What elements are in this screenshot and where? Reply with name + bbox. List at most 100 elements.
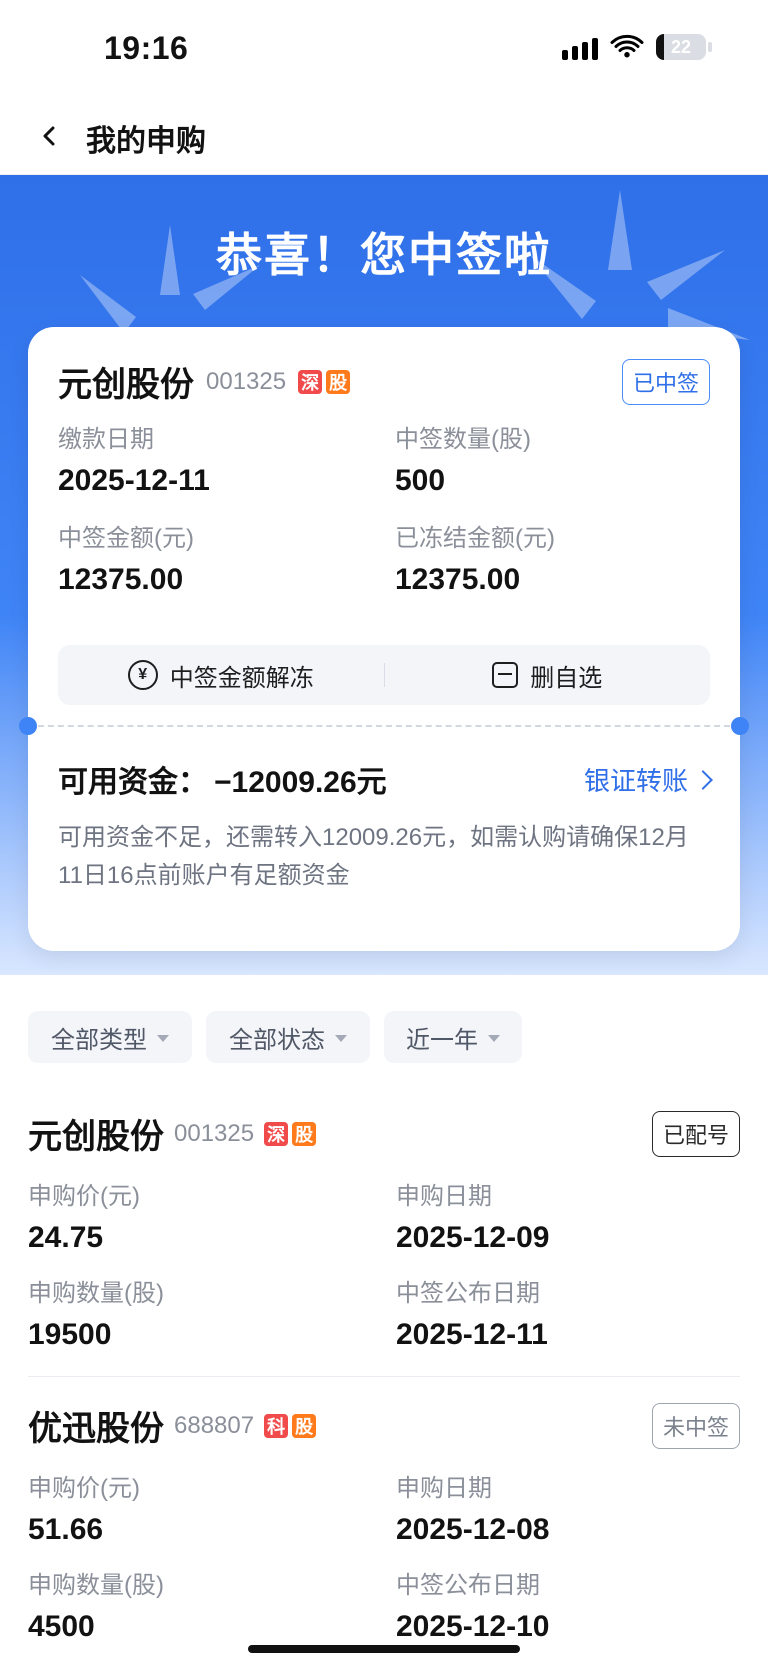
field-subscribe-date: 申购日期 2025-12-08 [396,1468,740,1547]
home-indicator [248,1645,520,1653]
winning-actions: ¥ 中签金额解冻 删自选 [58,645,710,705]
list-item-fields: 申购价(元) 51.66 申购日期 2025-12-08 申购数量(股) 450… [28,1468,740,1644]
field-label: 申购数量(股) [28,1572,164,1599]
dropdown-triangle-icon [335,1034,347,1042]
status-badge: 未中签 [651,1402,740,1449]
filter-period[interactable]: 近一年 [384,1011,522,1063]
stock-name: 元创股份 [28,1118,164,1156]
field-value: 2025-12-11 [58,464,210,497]
field-label: 中签公布日期 [396,1572,540,1599]
battery-icon: 22 [656,34,712,60]
filter-period-label: 近一年 [406,1026,478,1054]
card-dash-divider [28,725,740,728]
stock-code: 001325 [206,367,287,395]
card-notch-left [19,717,37,735]
field-label: 申购日期 [396,1475,492,1502]
page-title: 我的申购 [86,125,206,158]
field-value: 19500 [28,1318,112,1351]
field-subscribe-qty: 申购数量(股) 4500 [28,1565,372,1644]
available-funds-value: −12009.26元 [214,766,387,799]
field-label: 中签金额(元) [58,525,194,552]
status-badge: 已配号 [651,1110,740,1157]
field-win-amount: 中签金额(元) 12375.00 [58,518,373,597]
dropdown-triangle-icon [488,1034,500,1042]
field-subscribe-date: 申购日期 2025-12-09 [396,1176,740,1255]
field-value: 4500 [28,1610,95,1643]
field-value: 2025-12-11 [396,1318,548,1351]
chevron-right-icon [693,770,713,790]
field-value: 2025-12-09 [396,1221,550,1254]
stock-code: 001325 [174,1119,255,1147]
field-label: 已冻结金额(元) [395,525,555,552]
field-label: 申购日期 [396,1183,492,1210]
field-label: 中签公布日期 [396,1280,540,1307]
minus-square-icon [492,662,519,688]
winning-fields: 缴款日期 2025-12-11 中签数量(股) 500 中签金额(元) 1237… [58,419,710,597]
list-item[interactable]: 元创股份 001325 深 股 已配号 申购价(元) 24.75 申购日期 20… [28,1085,740,1377]
dropdown-triangle-icon [157,1034,169,1042]
field-label: 缴款日期 [58,426,154,453]
filter-status[interactable]: 全部状态 [206,1011,370,1063]
remove-watchlist-label: 删自选 [530,664,603,692]
available-funds-label: 可用资金： [58,766,208,799]
field-win-qty: 中签数量(股) 500 [395,419,710,498]
filter-bar: 全部类型 全部状态 近一年 [0,975,768,1085]
field-value: 2025-12-10 [396,1610,550,1643]
field-value: 500 [395,464,446,497]
field-value: 2025-12-08 [396,1513,550,1546]
stock-name: 元创股份 [58,366,194,404]
filter-status-label: 全部状态 [229,1026,325,1054]
win-title: 恭喜！您中签啦 [216,229,552,281]
field-label: 申购价(元) [28,1183,140,1210]
remove-watchlist-button[interactable]: 删自选 [385,645,711,705]
status-icons: 22 [562,34,712,60]
field-label: 中签数量(股) [395,426,531,453]
field-announce-date: 中签公布日期 2025-12-11 [396,1273,740,1352]
list-item[interactable]: 优迅股份 688807 科 股 未中签 申购价(元) 51.66 申购日期 20… [28,1377,740,1644]
stock-tag: 股 [292,1413,317,1438]
board-tag: 科 [264,1413,289,1438]
list-item-header: 元创股份 001325 深 股 已配号 [28,1109,740,1158]
field-payment-date: 缴款日期 2025-12-11 [58,419,373,498]
stock-name: 优迅股份 [28,1410,164,1448]
field-value: 24.75 [28,1221,104,1254]
stock-tag: 股 [292,1121,317,1146]
unfreeze-button[interactable]: ¥ 中签金额解冻 [58,645,384,705]
funds-note: 可用资金不足，还需转入12009.26元，如需认购请确保12月11日16点前账户… [58,824,689,889]
field-frozen-amount: 已冻结金额(元) 12375.00 [395,518,710,597]
signal-icon [562,34,598,60]
field-label: 申购价(元) [28,1475,140,1502]
field-subscribe-price: 申购价(元) 24.75 [28,1176,372,1255]
market-tag: 深 [298,369,323,394]
winning-card-header: 元创股份 001325 深 股 已中签 [58,357,710,406]
unfreeze-label: 中签金额解冻 [169,664,314,692]
available-funds-row: 可用资金： −12009.26元 银证转账 [58,757,713,801]
field-subscribe-price: 申购价(元) 51.66 [28,1468,372,1547]
status-time: 19:16 [104,30,189,66]
status-badge: 已中签 [621,358,710,405]
winning-card: 元创股份 001325 深 股 已中签 缴款日期 2025-12-11 中签数量… [19,327,749,951]
card-notch-right [731,717,749,735]
field-value: 12375.00 [58,563,184,596]
market-tag: 深 [264,1121,289,1146]
nav-bar: 我的申购 [0,100,768,175]
win-hero: 恭喜！您中签啦 元创股份 001325 深 股 已中签 缴款日期 2025-12… [0,175,768,975]
list-item-fields: 申购价(元) 24.75 申购日期 2025-12-09 申购数量(股) 195… [28,1176,740,1352]
status-bar: 19:16 22 [0,0,768,100]
yen-circle-icon: ¥ [127,660,158,690]
bank-transfer-link[interactable]: 银证转账 [583,761,713,798]
filter-type-label: 全部类型 [51,1026,147,1054]
field-label: 申购数量(股) [28,1280,164,1307]
field-subscribe-qty: 申购数量(股) 19500 [28,1273,372,1352]
battery-level: 22 [670,36,692,57]
filter-type[interactable]: 全部类型 [28,1011,192,1063]
subscription-list: 元创股份 001325 深 股 已配号 申购价(元) 24.75 申购日期 20… [0,1085,768,1644]
field-announce-date: 中签公布日期 2025-12-10 [396,1565,740,1644]
stock-tag: 股 [326,369,351,394]
bank-transfer-label: 银证转账 [583,765,688,796]
field-value: 12375.00 [395,563,521,596]
wifi-icon [610,34,644,58]
field-value: 51.66 [28,1513,104,1546]
list-item-header: 优迅股份 688807 科 股 未中签 [28,1401,740,1450]
back-chevron-icon[interactable] [32,118,68,154]
